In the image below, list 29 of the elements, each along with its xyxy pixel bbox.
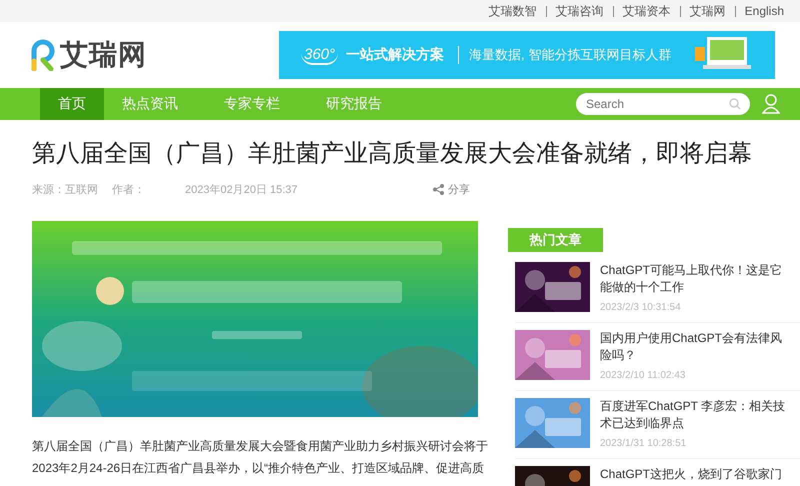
article-link[interactable]: ChatGPT这把火，烧到了谷歌家门	[600, 466, 790, 483]
article-link[interactable]: 百度进军ChatGPT 李彦宏：相关技术已达到临界点	[600, 398, 790, 432]
article-paragraph: 第八届全国（广昌）羊肚菌产业高质量发展大会暨食用菌产业助力乡村振兴研讨会将于 2023年2月24-26日在江西省广昌县举办，以“推介特色产业、打造区域品牌、促进高质	[32, 438, 489, 477]
top-link[interactable]: 艾瑞网	[690, 2, 726, 20]
article-link[interactable]: 国内用户使用ChatGPT会有法律风险吗？	[600, 330, 790, 364]
top-link[interactable]: English	[744, 4, 784, 18]
article-date: 2023/2/3 10:31:54	[600, 302, 682, 313]
article-link[interactable]: ChatGPT可能马上取代你！这是它能做的十个工作	[600, 262, 790, 296]
user-icon[interactable]	[762, 94, 780, 114]
banner-tagline: 海量数据, 智能分拣互联网目标人群	[458, 46, 672, 64]
top-link[interactable]: 艾瑞咨询	[556, 2, 604, 20]
banner-headline: 一站式解决方案	[346, 46, 444, 64]
nav-tab[interactable]: 首页	[40, 88, 104, 120]
logo-text: 艾瑞网	[60, 38, 147, 72]
share-icon	[433, 184, 444, 195]
article-date: 2023/2/10 11:02:43	[600, 370, 686, 381]
top-link[interactable]: 艾瑞资本	[622, 2, 671, 20]
author-label: 作者：	[112, 183, 145, 197]
search-field[interactable]: Search	[576, 93, 750, 115]
section-heading: 热门文章	[508, 228, 603, 252]
article-title: 第八届全国（广昌）羊肚菌产业高质量发展大会准备就绪，即将启幕	[32, 139, 752, 169]
publish-date: 2023年02月20日 15:37	[185, 183, 298, 197]
logo-icon	[30, 39, 56, 71]
article-date: 2023/1/31 10:28:51	[600, 438, 688, 449]
badge-text: 360°	[301, 46, 338, 64]
share-link[interactable]: 分享	[433, 182, 470, 197]
top-link[interactable]: 艾瑞数智	[488, 2, 537, 20]
source-label: 来源：互联网	[32, 183, 98, 197]
search-icon	[729, 98, 741, 110]
